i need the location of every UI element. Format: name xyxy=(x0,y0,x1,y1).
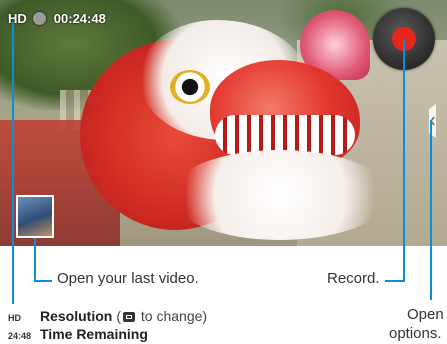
last-video-thumbnail[interactable] xyxy=(16,195,54,238)
dragon-eye xyxy=(170,70,210,104)
recording-status-icon xyxy=(32,11,46,25)
legend-resolution-key: HD xyxy=(8,313,21,323)
camera-viewfinder: HD 00:24:48 xyxy=(0,0,447,246)
callout-line-record-h xyxy=(385,280,405,282)
time-remaining-indicator: 00:24:48 xyxy=(53,10,106,26)
callout-label-options-line2: options. xyxy=(389,325,442,342)
resolution-icon xyxy=(123,312,136,322)
legend-note-prefix: ( xyxy=(116,308,122,324)
legend-resolution-title: Resolution xyxy=(40,308,113,324)
callout-label-options-line1: Open xyxy=(407,306,444,323)
callout-line-last-video xyxy=(34,238,36,281)
legend-time-title: Time Remaining xyxy=(40,326,148,342)
legend-time: 24:48 Time Remaining xyxy=(8,326,148,342)
legend-time-key: 24:48 xyxy=(8,331,32,341)
callout-line-resolution xyxy=(12,22,14,304)
recording-status-bar: HD 00:24:48 xyxy=(8,9,106,27)
legend-resolution: HD Resolution ( to change) xyxy=(8,308,207,324)
legend-resolution-note: ( to change) xyxy=(116,308,207,324)
dragon-fur-bottom xyxy=(170,150,390,240)
callout-label-last-video: Open your last video. xyxy=(57,270,199,287)
callout-line-last-video-h xyxy=(34,280,52,282)
callout-line-options xyxy=(430,120,432,300)
resolution-indicator: HD xyxy=(8,10,27,26)
callout-label-record: Record. xyxy=(327,270,380,287)
callout-line-record xyxy=(403,40,405,282)
legend-note-suffix: to change) xyxy=(137,308,208,324)
dragon-mouth xyxy=(215,115,355,155)
